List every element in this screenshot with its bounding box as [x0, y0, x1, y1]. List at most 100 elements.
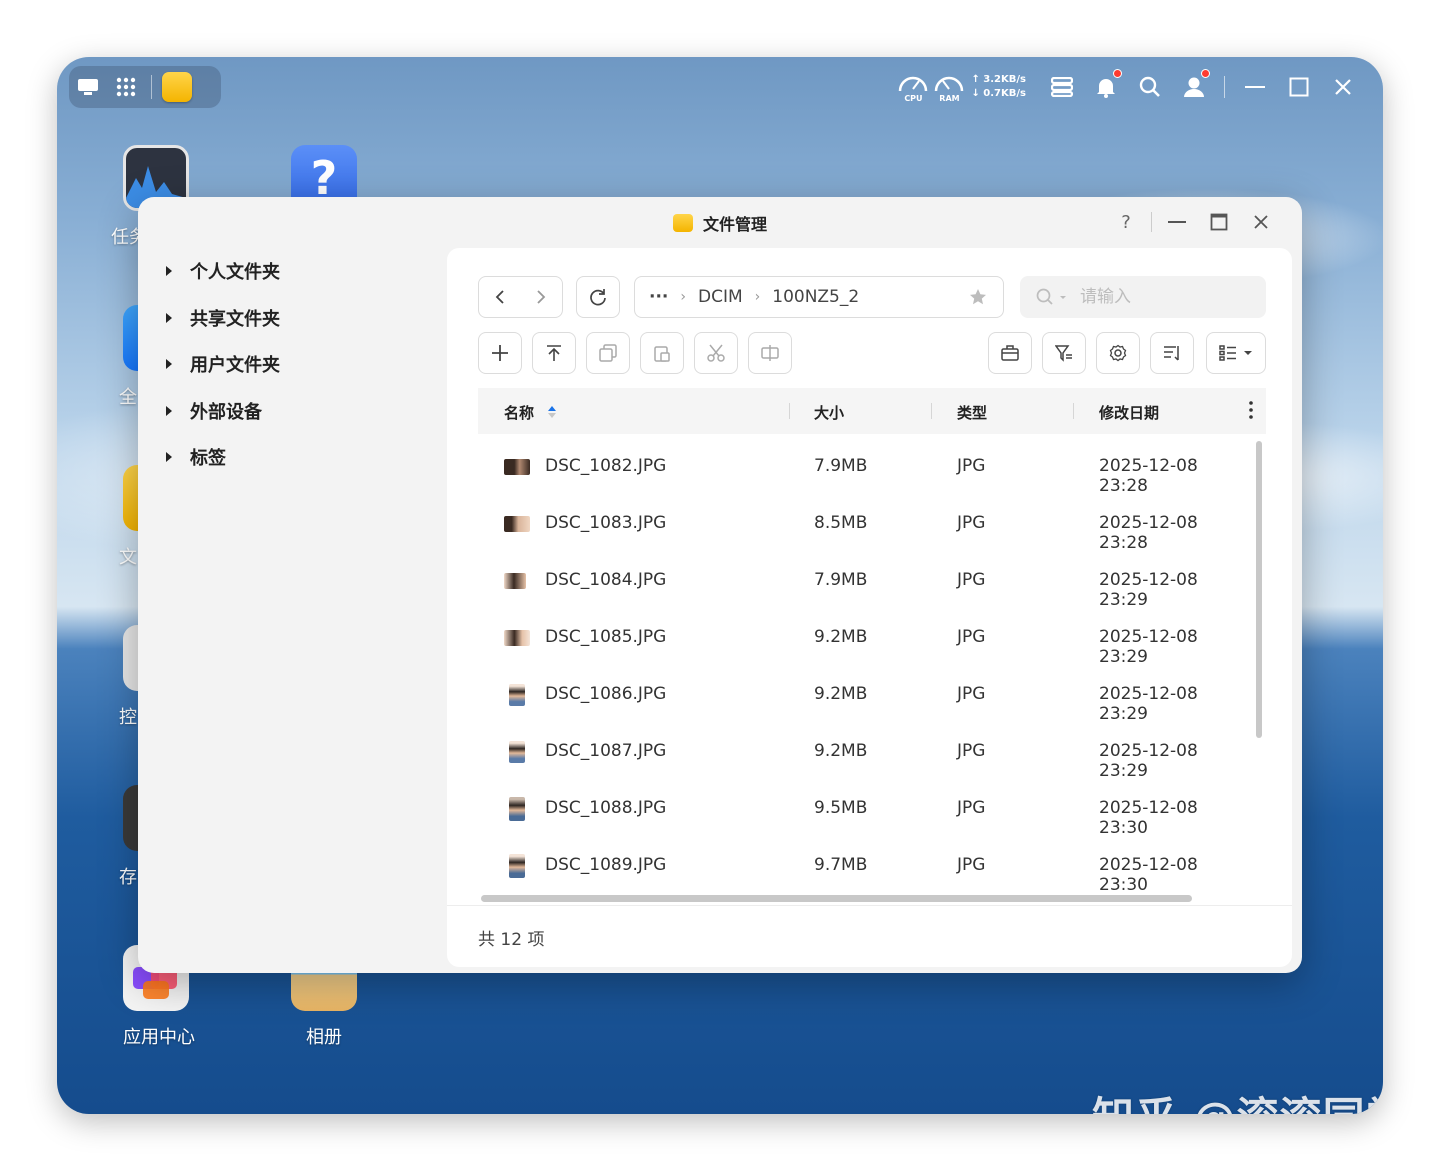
- expand-arrow-icon: [166, 406, 172, 416]
- scissors-icon: [707, 344, 725, 362]
- sort-button[interactable]: [1150, 332, 1194, 374]
- column-options-button[interactable]: [1248, 400, 1254, 424]
- path-segment[interactable]: 100NZ5_2: [772, 287, 859, 307]
- file-size: 9.2MB: [814, 741, 868, 761]
- show-desktop-button[interactable]: [69, 68, 107, 106]
- column-divider[interactable]: [931, 403, 932, 419]
- table-row[interactable]: DSC_1082.JPG 7.9MB JPG 2025-12-08 23:28: [478, 438, 1248, 496]
- grid-icon: [116, 77, 136, 97]
- archive-button[interactable]: [988, 332, 1032, 374]
- upload-button[interactable]: [532, 332, 576, 374]
- sidebar-item-personal-folder[interactable]: 个人文件夹: [166, 256, 280, 286]
- copy-button[interactable]: [586, 332, 630, 374]
- network-speed[interactable]: ↑ 3.2KB/s ↓ 0.7KB/s: [971, 73, 1026, 101]
- star-icon[interactable]: [969, 288, 987, 306]
- file-size: 8.5MB: [814, 513, 868, 533]
- column-header-size[interactable]: 大小: [814, 402, 844, 423]
- ram-gauge[interactable]: RAM: [931, 69, 967, 105]
- watermark: 知乎 @滚滚同学: [1092, 1084, 1383, 1114]
- filter-icon: [1055, 345, 1072, 362]
- task-list-button[interactable]: [1040, 69, 1084, 105]
- cpu-gauge[interactable]: CPU: [895, 69, 931, 105]
- table-row[interactable]: DSC_1085.JPG 9.2MB JPG 2025-12-08 23:29: [478, 609, 1248, 667]
- search-icon: [1139, 76, 1160, 97]
- close-button[interactable]: [1240, 207, 1282, 237]
- sidebar-item-label: 外部设备: [190, 402, 262, 423]
- desktop-minimize-button[interactable]: [1233, 69, 1277, 105]
- window-titlebar[interactable]: 文件管理 ?: [138, 197, 1302, 247]
- desktop-close-button[interactable]: [1321, 69, 1365, 105]
- rename-button[interactable]: [748, 332, 792, 374]
- file-manager-window: 文件管理 ? 个人文件夹 共享文件夹 用户文件夹 外部设备 标签 ··· › D…: [138, 197, 1302, 973]
- sidebar-item-external-devices[interactable]: 外部设备: [166, 396, 262, 426]
- path-segment[interactable]: DCIM: [698, 287, 743, 307]
- more-vertical-icon: [1249, 401, 1253, 419]
- path-bar[interactable]: ··· › DCIM › 100NZ5_2: [634, 276, 1004, 318]
- settings-button[interactable]: [1096, 332, 1140, 374]
- filter-button[interactable]: [1042, 332, 1086, 374]
- table-row[interactable]: DSC_1089.JPG 9.7MB JPG 2025-12-08 23:30: [478, 837, 1248, 895]
- image-thumbnail: [509, 797, 525, 821]
- image-thumbnail: [504, 573, 526, 589]
- path-more-button[interactable]: ···: [649, 287, 668, 307]
- maximize-button[interactable]: [1198, 207, 1240, 237]
- column-divider[interactable]: [789, 403, 790, 419]
- top-bar: CPU RAM ↑ 3.2KB/s ↓ 0.7KB/s: [57, 57, 1383, 117]
- refresh-button[interactable]: [576, 276, 620, 318]
- column-header-name[interactable]: 名称: [504, 402, 557, 423]
- table-row[interactable]: DSC_1086.JPG 9.2MB JPG 2025-12-08 23:29: [478, 666, 1248, 724]
- file-type: JPG: [957, 855, 986, 875]
- taskbar-divider: [151, 75, 152, 99]
- table-row[interactable]: DSC_1083.JPG 8.5MB JPG 2025-12-08 23:28: [478, 495, 1248, 553]
- search-box[interactable]: [1020, 276, 1266, 318]
- file-size: 9.2MB: [814, 684, 868, 704]
- file-name: DSC_1085.JPG: [545, 627, 667, 647]
- image-thumbnail: [509, 684, 525, 706]
- column-divider[interactable]: [1073, 403, 1074, 419]
- forward-button[interactable]: [521, 277, 563, 317]
- sidebar-item-shared-folder[interactable]: 共享文件夹: [166, 303, 280, 333]
- taskbar-right: CPU RAM ↑ 3.2KB/s ↓ 0.7KB/s: [895, 69, 1365, 105]
- search-input[interactable]: [1078, 286, 1232, 308]
- file-date: 2025-12-08 23:30: [1099, 855, 1198, 895]
- file-type: JPG: [957, 456, 986, 476]
- file-date: 2025-12-08 23:29: [1099, 627, 1198, 667]
- paste-button[interactable]: [640, 332, 684, 374]
- help-button[interactable]: ?: [1105, 207, 1147, 237]
- briefcase-icon: [1001, 345, 1019, 361]
- chevron-right-icon: ›: [680, 289, 686, 305]
- notifications-button[interactable]: [1084, 69, 1128, 105]
- cut-button[interactable]: [694, 332, 738, 374]
- horizontal-scrollbar[interactable]: [481, 895, 1192, 902]
- file-type: JPG: [957, 570, 986, 590]
- taskbar-file-manager[interactable]: [158, 68, 196, 106]
- column-header-date[interactable]: 修改日期: [1099, 402, 1159, 423]
- minimize-icon: [1168, 221, 1186, 223]
- table-row[interactable]: DSC_1088.JPG 9.5MB JPG 2025-12-08 23:30: [478, 780, 1248, 838]
- search-icon: [1036, 288, 1053, 305]
- close-icon: [1335, 79, 1351, 95]
- view-mode-button[interactable]: [1206, 332, 1266, 374]
- file-name: DSC_1083.JPG: [545, 513, 667, 533]
- sidebar-item-label: 共享文件夹: [190, 309, 280, 330]
- back-button[interactable]: [479, 277, 521, 317]
- table-row[interactable]: DSC_1084.JPG 7.9MB JPG 2025-12-08 23:29: [478, 552, 1248, 610]
- sidebar-item-user-folder[interactable]: 用户文件夹: [166, 349, 280, 379]
- desktop-maximize-button[interactable]: [1277, 69, 1321, 105]
- new-button[interactable]: [478, 332, 522, 374]
- vertical-scrollbar[interactable]: [1256, 441, 1262, 738]
- file-type: JPG: [957, 798, 986, 818]
- search-button[interactable]: [1128, 69, 1172, 105]
- folder-icon: [672, 214, 693, 232]
- column-header-label: 名称: [504, 404, 535, 422]
- user-button[interactable]: [1172, 69, 1216, 105]
- minimize-button[interactable]: [1156, 207, 1198, 237]
- app-launcher-button[interactable]: [107, 68, 145, 106]
- notification-badge: [1113, 69, 1122, 78]
- table-row[interactable]: DSC_1087.JPG 9.2MB JPG 2025-12-08 23:29: [478, 723, 1248, 781]
- sidebar-item-tags[interactable]: 标签: [166, 442, 226, 472]
- sidebar: 个人文件夹 共享文件夹 用户文件夹 外部设备 标签: [138, 247, 446, 973]
- sidebar-item-label: 个人文件夹: [190, 262, 280, 283]
- image-thumbnail: [504, 630, 530, 646]
- column-header-type[interactable]: 类型: [957, 402, 987, 423]
